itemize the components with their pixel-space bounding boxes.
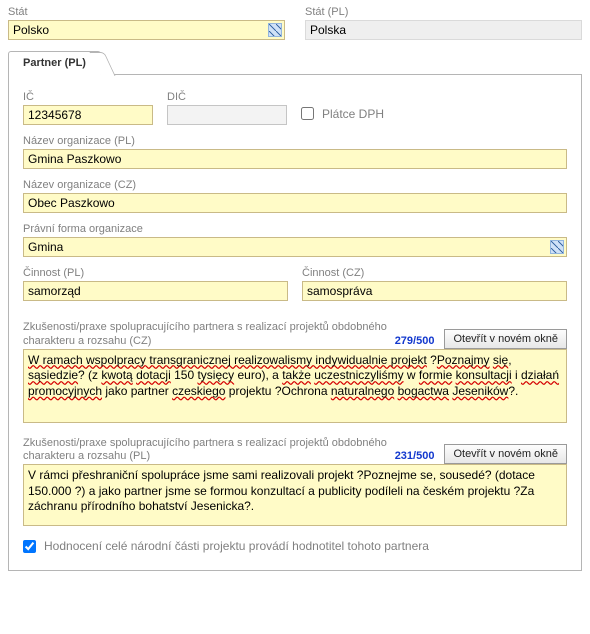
- activity-pl-label: Činnost (PL): [23, 267, 288, 279]
- ic-input[interactable]: [23, 105, 153, 125]
- ic-label: IČ: [23, 91, 153, 103]
- legal-form-label: Právní forma organizace: [23, 223, 567, 235]
- tab-partner-pl[interactable]: Partner (PL): [8, 51, 101, 75]
- org-name-pl-label: Název organizace (PL): [23, 135, 567, 147]
- activity-cz-input[interactable]: [302, 281, 567, 301]
- activity-pl-input[interactable]: [23, 281, 288, 301]
- grid-picker-icon[interactable]: [550, 240, 564, 254]
- exp-cz-textarea[interactable]: W ramach wspolpracy transgranicznej real…: [23, 349, 567, 423]
- exp-cz-label: Zkušenosti/praxe spolupracujícího partne…: [23, 321, 389, 349]
- national-eval-checkbox[interactable]: [23, 540, 36, 553]
- exp-pl-counter: 231/500: [389, 450, 445, 464]
- dic-input[interactable]: [167, 105, 287, 125]
- exp-pl-label: Zkušenosti/praxe spolupracujícího partne…: [23, 437, 389, 465]
- stat-pl-label: Stát (PL): [305, 6, 582, 18]
- stat-label: Stát: [8, 6, 285, 18]
- org-name-cz-label: Název organizace (CZ): [23, 179, 567, 191]
- open-new-window-button[interactable]: Otevřít v novém okně: [444, 329, 567, 349]
- national-eval-label: Hodnocení celé národní části projektu pr…: [44, 539, 429, 553]
- grid-picker-icon[interactable]: [268, 23, 282, 37]
- open-new-window-button[interactable]: Otevřít v novém okně: [444, 444, 567, 464]
- national-eval-checkbox-wrap[interactable]: Hodnocení celé národní části projektu pr…: [23, 539, 429, 553]
- vat-checkbox[interactable]: [301, 107, 314, 120]
- stat-pl-value: Polska: [310, 23, 346, 37]
- vat-checkbox-wrap[interactable]: Plátce DPH: [301, 107, 384, 121]
- stat-combo[interactable]: Polsko: [8, 20, 285, 40]
- activity-cz-label: Činnost (CZ): [302, 267, 567, 279]
- stat-value: Polsko: [13, 23, 49, 37]
- vat-label: Plátce DPH: [322, 107, 384, 121]
- legal-form-value: Gmina: [28, 240, 63, 254]
- org-name-cz-input[interactable]: [23, 193, 567, 213]
- legal-form-combo[interactable]: Gmina: [23, 237, 567, 257]
- org-name-pl-input[interactable]: [23, 149, 567, 169]
- exp-cz-counter: 279/500: [389, 335, 445, 349]
- exp-pl-textarea[interactable]: [23, 464, 567, 526]
- dic-label: DIČ: [167, 91, 287, 103]
- stat-pl-readonly: Polska: [305, 20, 582, 40]
- partner-panel: IČ DIČ Plátce DPH Název organizace (PL) …: [8, 74, 582, 571]
